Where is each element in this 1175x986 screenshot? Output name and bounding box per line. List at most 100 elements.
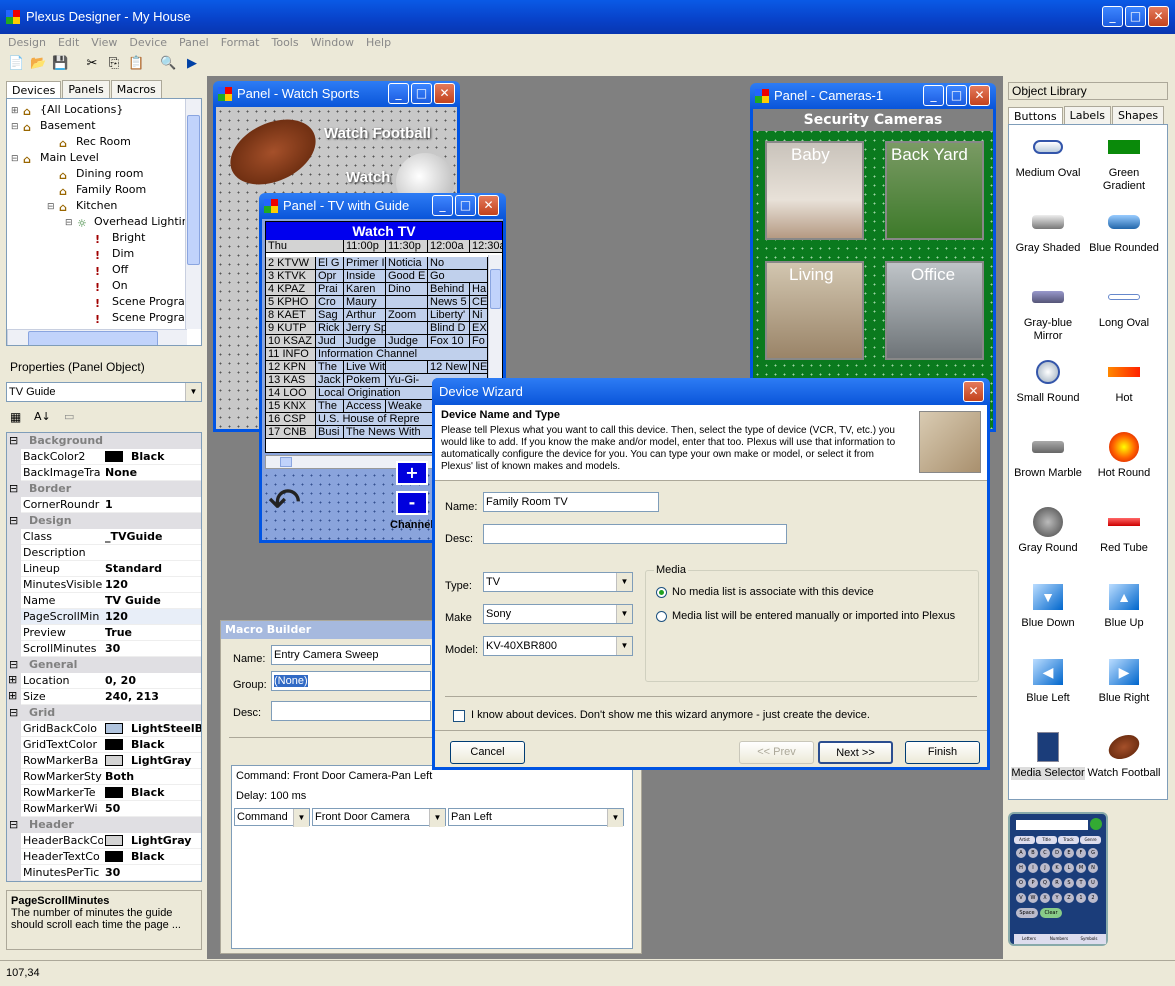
prev-button[interactable]: << Prev xyxy=(739,741,814,764)
camera-baby[interactable]: Baby xyxy=(765,141,864,240)
wizard-close-button[interactable]: ✕ xyxy=(963,381,984,402)
panel-minimize-button[interactable]: _ xyxy=(388,83,409,104)
tree-node[interactable]: ⊟ ⌂ Kitchen xyxy=(11,198,201,214)
property-row[interactable]: MinutesVisible 120 xyxy=(7,577,201,593)
camera-living[interactable]: Living xyxy=(765,261,864,360)
tree-vscrollbar[interactable] xyxy=(185,99,201,329)
property-row[interactable]: RowMarkerBa LightGray xyxy=(7,753,201,769)
property-pages-icon[interactable]: ▭ xyxy=(64,410,74,423)
copy-icon[interactable]: ⎘ xyxy=(106,56,122,72)
property-row[interactable]: ⊞ Location 0, 20 xyxy=(7,673,201,689)
wizard-type-select[interactable]: TV xyxy=(483,572,633,592)
property-category[interactable]: Background xyxy=(7,433,201,449)
watch-football-label[interactable]: Watch Football xyxy=(324,125,431,142)
guide-row[interactable]: 11 INFO Information Channel xyxy=(266,348,488,361)
menu-window[interactable]: Window xyxy=(303,34,358,49)
property-row[interactable]: BackColor2 Black xyxy=(7,449,201,465)
property-row[interactable]: Lineup Standard xyxy=(7,561,201,577)
macro-step-list[interactable]: Command: Front Door Camera-Pan Left Dela… xyxy=(231,765,633,949)
macro-step-device-select[interactable]: Front Door Camera xyxy=(312,808,446,827)
cam-panel-maximize-button[interactable]: □ xyxy=(946,85,967,106)
property-row[interactable]: GridBackColo LightSteelBlue xyxy=(7,721,201,737)
library-item[interactable]: Green Gradient xyxy=(1087,133,1161,193)
alphabetical-icon[interactable]: A↓ xyxy=(34,410,51,423)
guide-row[interactable]: 8 KAET Sag Arthur Zoom Liberty' Ni xyxy=(266,309,488,322)
no-media-radio[interactable] xyxy=(656,587,667,598)
guide-row[interactable]: 5 KPHO Cro Maury News 5 CE xyxy=(266,296,488,309)
library-item[interactable]: Medium Oval xyxy=(1011,133,1085,180)
tab-devices[interactable]: Devices xyxy=(6,81,62,99)
menu-device[interactable]: Device xyxy=(121,34,171,49)
camera-office[interactable]: Office xyxy=(885,261,984,360)
property-row[interactable]: RowMarkerTe Black xyxy=(7,785,201,801)
expand-toggle-icon[interactable]: ⊟ xyxy=(65,215,77,231)
property-row[interactable]: GridTextColor Black xyxy=(7,737,201,753)
object-selector[interactable]: TV Guide xyxy=(6,382,202,402)
menu-panel[interactable]: Panel xyxy=(171,34,213,49)
library-item[interactable]: Red Tube xyxy=(1087,508,1161,555)
library-item[interactable]: Small Round xyxy=(1011,358,1085,405)
expand-property-icon[interactable]: ⊞ xyxy=(8,689,17,702)
tab-buttons[interactable]: Buttons xyxy=(1008,107,1063,125)
close-button[interactable]: ✕ xyxy=(1148,6,1169,27)
property-category[interactable]: Grid xyxy=(7,705,201,721)
property-row[interactable]: Preview True xyxy=(7,625,201,641)
tree-node[interactable]: ! Off xyxy=(11,262,201,278)
property-category[interactable]: Design xyxy=(7,513,201,529)
tv-panel-minimize-button[interactable]: _ xyxy=(432,195,453,216)
tree-node[interactable]: ⌂ Rec Room xyxy=(11,134,201,150)
property-category[interactable]: General xyxy=(7,657,201,673)
finish-button[interactable]: Finish xyxy=(905,741,980,764)
property-row[interactable]: Description xyxy=(7,545,201,561)
panel-close-button[interactable]: ✕ xyxy=(434,83,455,104)
macro-step-command-select[interactable]: Pan Left xyxy=(448,808,624,827)
macro-step-type-select[interactable]: Command xyxy=(234,808,310,827)
tree-hscrollbar[interactable] xyxy=(7,329,187,345)
wizard-model-select[interactable]: KV-40XBR800 xyxy=(483,636,633,656)
wizard-name-field[interactable]: Family Room TV xyxy=(483,492,659,512)
property-category[interactable]: Border xyxy=(7,481,201,497)
property-row[interactable]: ⊞ Size 240, 213 xyxy=(7,689,201,705)
cut-icon[interactable]: ✂ xyxy=(84,56,100,72)
tree-node[interactable]: ! Scene Program xyxy=(11,310,201,326)
menu-format[interactable]: Format xyxy=(213,34,264,49)
guide-row[interactable]: 12 KPNTheLive With Regis 12 NewNE xyxy=(266,361,488,374)
tab-shapes[interactable]: Shapes xyxy=(1111,106,1165,124)
tab-labels[interactable]: Labels xyxy=(1063,106,1111,124)
football-image[interactable] xyxy=(219,106,327,198)
guide-row[interactable]: 3 KTVK Opr Inside Good E Go xyxy=(266,270,488,283)
wizard-desc-field[interactable] xyxy=(483,524,787,544)
property-row[interactable]: MinutesPerTic 30 xyxy=(7,865,201,881)
next-button[interactable]: Next >> xyxy=(818,741,893,764)
property-row[interactable]: BackImageTra None xyxy=(7,465,201,481)
property-row[interactable]: Name TV Guide xyxy=(7,593,201,609)
menu-help[interactable]: Help xyxy=(358,34,395,49)
menu-view[interactable]: View xyxy=(83,34,121,49)
guide-row[interactable]: 2 KTVWEl GPrimer ImpactoNoticiaNo xyxy=(266,257,488,270)
library-item[interactable]: Brown Marble xyxy=(1011,433,1085,480)
property-row[interactable]: Class _TVGuide xyxy=(7,529,201,545)
media-list-radio[interactable] xyxy=(656,611,667,622)
menu-design[interactable]: Design xyxy=(0,34,50,49)
find-icon[interactable]: 🔍 xyxy=(160,56,176,72)
library-item[interactable]: Blue Rounded xyxy=(1087,208,1161,255)
library-item[interactable]: ◀ Blue Left xyxy=(1011,658,1085,705)
channel-down-button[interactable]: - xyxy=(396,491,428,515)
tab-macros[interactable]: Macros xyxy=(110,80,162,98)
guide-row[interactable]: 10 KSAZ Jud Judge Judge Fox 10 Fo xyxy=(266,335,488,348)
open-icon[interactable]: 📂 xyxy=(30,56,46,72)
expand-toggle-icon[interactable]: ⊟ xyxy=(47,199,59,215)
property-row[interactable]: PageScrollMin 120 xyxy=(7,609,201,625)
dont-show-checkbox[interactable] xyxy=(453,710,465,722)
run-icon[interactable]: ▶ xyxy=(184,56,200,72)
guide-row[interactable]: 9 KUTPRickJerry Springer Blind DEX xyxy=(266,322,488,335)
library-item[interactable]: Media Selector xyxy=(1011,732,1085,780)
library-item[interactable]: ▶ Blue Right xyxy=(1087,658,1161,705)
library-item[interactable]: Gray-blue Mirror xyxy=(1011,283,1085,343)
categorized-icon[interactable]: ▦ xyxy=(10,410,21,424)
tv-panel-maximize-button[interactable]: □ xyxy=(455,195,476,216)
library-item[interactable]: Hot Round xyxy=(1087,432,1161,480)
macro-desc-field[interactable] xyxy=(271,701,431,721)
tv-panel-close-button[interactable]: ✕ xyxy=(478,195,499,216)
tree-node[interactable]: ! Bright xyxy=(11,230,201,246)
